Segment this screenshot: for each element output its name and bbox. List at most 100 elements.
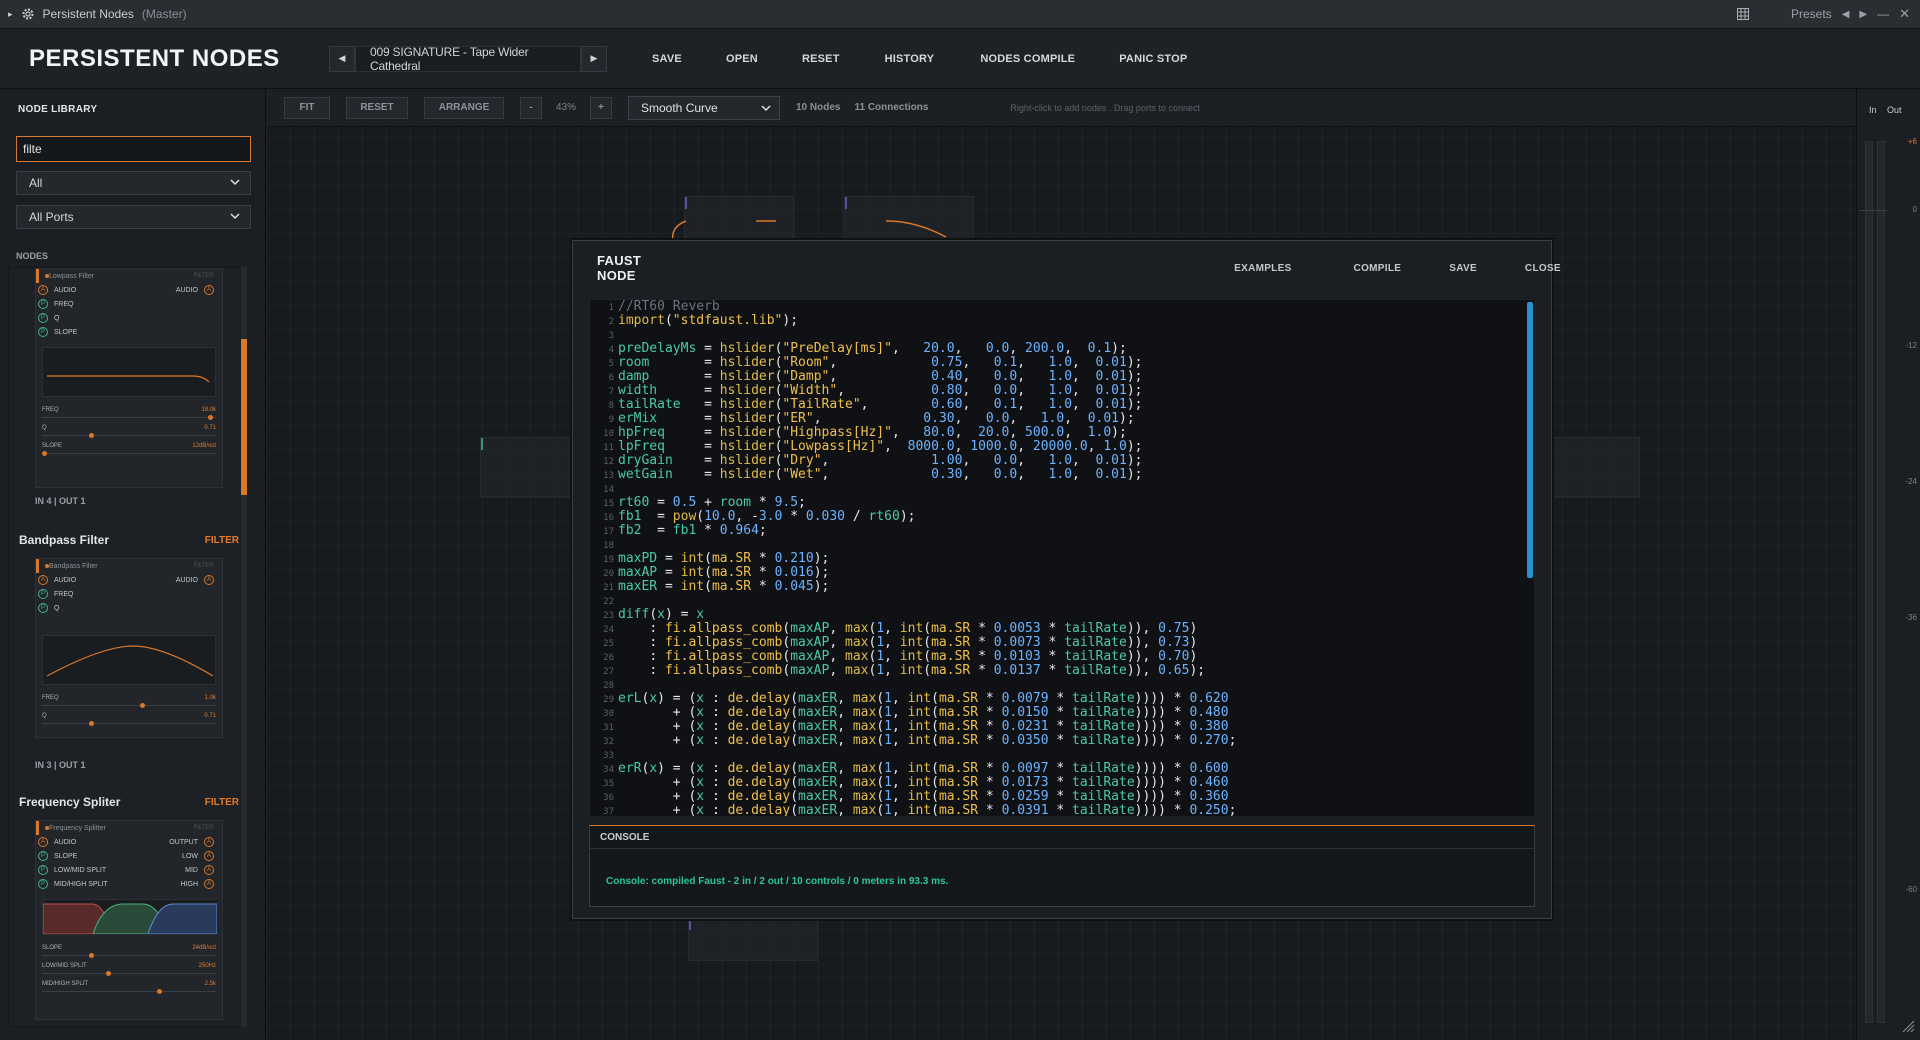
canvas-reset-button[interactable]: RESET	[346, 96, 408, 119]
compile-button[interactable]: COMPILE	[1354, 263, 1402, 274]
code-line[interactable]: 9 erMix = hslider("ER", 0.30, 0.0, 1.0, 0…	[594, 412, 1236, 426]
code-line[interactable]: 14	[594, 482, 1236, 496]
code-line[interactable]: 7 width = hslider("Width", 0.80, 0.0, 1.0…	[594, 384, 1236, 398]
slider-knob[interactable]	[89, 721, 95, 726]
reset-button[interactable]: RESET	[802, 53, 840, 65]
audio-port-icon: A	[204, 285, 214, 295]
slider-knob[interactable]	[140, 703, 146, 708]
slider-slope[interactable]: SLOPE 24dB/oct	[36, 943, 222, 961]
minimize-icon[interactable]: —	[1877, 7, 1889, 21]
presets-label[interactable]: Presets	[1791, 7, 1832, 21]
code-line[interactable]: 13 wetGain = hslider("Wet", 0.30, 0.0, 1.…	[594, 468, 1236, 482]
code-line[interactable]: 8 tailRate = hslider("TailRate", 0.60, 0.…	[594, 398, 1236, 412]
code-line[interactable]: 3	[594, 328, 1236, 342]
code-line[interactable]: 19 maxPD = int(ma.SR * 0.210);	[594, 552, 1236, 566]
save-button[interactable]: SAVE	[652, 53, 682, 65]
code-line[interactable]: 2 import("stdfaust.lib");	[594, 314, 1236, 328]
gear-icon[interactable]	[21, 7, 35, 21]
curve-style-select[interactable]: Smooth Curve	[628, 95, 780, 120]
dialog-save-button[interactable]: SAVE	[1449, 263, 1477, 274]
code-line[interactable]: 25 : fi.allpass_comb(maxAP, max(1, int(m…	[594, 636, 1236, 650]
preset-name[interactable]: 009 SIGNATURE - Tape Wider Cathedral	[355, 45, 581, 73]
open-button[interactable]: OPEN	[726, 53, 758, 65]
code-line[interactable]: 17 fb2 = fb1 * 0.964;	[594, 524, 1236, 538]
slider-knob[interactable]	[89, 433, 95, 438]
preset-next-icon[interactable]: ▶	[1859, 9, 1867, 20]
code-line[interactable]: 20 maxAP = int(ma.SR * 0.016);	[594, 566, 1236, 580]
code-line[interactable]: 22	[594, 594, 1236, 608]
canvas-node[interactable]	[480, 437, 580, 497]
code-line[interactable]: 18	[594, 538, 1236, 552]
library-scrollbar-thumb[interactable]	[241, 339, 247, 495]
arrange-button[interactable]: ARRANGE	[424, 96, 504, 119]
library-card-frequency-spliter[interactable]: Frequency Spliter FILTER	[19, 792, 239, 812]
code-line[interactable]: 27 : fi.allpass_comb(maxAP, max(1, int(m…	[594, 664, 1236, 678]
slider-q[interactable]: Q 0.71	[36, 423, 222, 441]
zoom-out-button[interactable]: -	[520, 96, 542, 119]
code-line[interactable]: 10 hpFreq = hslider("Highpass[Hz]", 80.0,…	[594, 426, 1236, 440]
node-library-list[interactable]: Lowpass Filter FILTER A AUDIO AUDIO A P FREQ …	[8, 267, 246, 1027]
history-button[interactable]: HISTORY	[885, 53, 935, 65]
slider-value: 1.0k	[204, 695, 216, 701]
examples-button[interactable]: EXAMPLES	[1234, 263, 1291, 274]
code-line[interactable]: 33	[594, 748, 1236, 762]
slider-mid-high-split[interactable]: MID/HIGH SPLIT 2.5k	[36, 979, 222, 997]
slider-freq[interactable]: FREQ 1.0k	[36, 693, 222, 711]
code-line[interactable]: 30 + (x : de.delay(maxER, max(1, int(ma.…	[594, 706, 1236, 720]
code-line[interactable]: 4 preDelayMs = hslider("PreDelay[ms]", 20…	[594, 342, 1236, 356]
grid-icon[interactable]	[1737, 8, 1749, 20]
ports-select[interactable]: All Ports	[16, 205, 251, 229]
lowpass-preview[interactable]: Lowpass Filter FILTER A AUDIO AUDIO A P FREQ …	[35, 268, 223, 488]
node-search-input[interactable]	[16, 136, 251, 162]
code-line[interactable]: 21 maxER = int(ma.SR * 0.045);	[594, 580, 1236, 594]
resize-grip-icon[interactable]	[1901, 1019, 1915, 1033]
slider-freq[interactable]: FREQ 18.0k	[36, 405, 222, 423]
code-line[interactable]: 35 + (x : de.delay(maxER, max(1, int(ma.…	[594, 776, 1236, 790]
close-icon[interactable]: ✕	[1899, 6, 1910, 22]
next-preset-button[interactable]: ▶	[581, 45, 607, 72]
category-select-value: All	[29, 176, 43, 190]
code-line[interactable]: 6 damp = hslider("Damp", 0.40, 0.0, 1.0, …	[594, 370, 1236, 384]
preset-prev-icon[interactable]: ◀	[1842, 9, 1850, 20]
expand-arrow-icon[interactable]: ▸	[8, 9, 13, 20]
code-line[interactable]: 23 diff(x) = x	[594, 608, 1236, 622]
slider-knob[interactable]	[42, 451, 47, 456]
category-select[interactable]: All	[16, 171, 251, 195]
editor-scrollbar[interactable]	[1527, 302, 1533, 578]
code-line[interactable]: 11 lpFreq = hslider("Lowpass[Hz]", 8000.0…	[594, 440, 1236, 454]
faust-code-editor[interactable]: 1//RT60 Reverb 2 import("stdfaust.lib"); 3 4…	[589, 299, 1535, 817]
code-line[interactable]: 28	[594, 678, 1236, 692]
frequency-spliter-preview[interactable]: Frequency Splitter FILTER A AUDIO OUTPUT A P…	[35, 820, 223, 1020]
dialog-close-button[interactable]: CLOSE	[1525, 263, 1561, 274]
canvas-node[interactable]	[688, 917, 818, 961]
prev-preset-button[interactable]: ◀	[329, 45, 355, 72]
code-line[interactable]: 29 erL(x) = (x : de.delay(maxER, max(1, i…	[594, 692, 1236, 706]
slider-q[interactable]: Q 0.71	[36, 711, 222, 729]
code-line[interactable]: 36 + (x : de.delay(maxER, max(1, int(ma.…	[594, 790, 1236, 804]
slider-slope[interactable]: SLOPE 12dB/oct	[36, 441, 222, 459]
code-line[interactable]: 16 fb1 = pow(10.0, -3.0 * 0.030 / rt60);	[594, 510, 1236, 524]
bandpass-preview[interactable]: Bandpass Filter FILTER A AUDIO AUDIO A P FREQ…	[35, 558, 223, 738]
slider-knob[interactable]	[89, 953, 95, 958]
library-card-bandpass[interactable]: Bandpass Filter FILTER	[19, 530, 239, 550]
slider-knob[interactable]	[106, 971, 112, 976]
code-line[interactable]: 5 room = hslider("Room", 0.75, 0.1, 1.0, …	[594, 356, 1236, 370]
zoom-in-button[interactable]: +	[590, 96, 612, 119]
code-line[interactable]: 24 : fi.allpass_comb(maxAP, max(1, int(m…	[594, 622, 1236, 636]
code-line[interactable]: 32 + (x : de.delay(maxER, max(1, int(ma.…	[594, 734, 1236, 748]
code-line[interactable]: 37 + (x : de.delay(maxER, max(1, int(ma.…	[594, 804, 1236, 817]
code-line[interactable]: 34 erR(x) = (x : de.delay(maxER, max(1, i…	[594, 762, 1236, 776]
canvas-node[interactable]	[1546, 437, 1640, 497]
code-line[interactable]: 12 dryGain = hslider("Dry", 1.00, 0.0, 1.…	[594, 454, 1236, 468]
slider-knob[interactable]	[207, 415, 213, 420]
code-line[interactable]: 15 rt60 = 0.5 + room * 9.5;	[594, 496, 1236, 510]
nodes-compile-button[interactable]: NODES COMPILE	[980, 53, 1075, 65]
slider-low-mid-split[interactable]: LOW/MID SPLIT 250Hz	[36, 961, 222, 979]
code-line[interactable]: 31 + (x : de.delay(maxER, max(1, int(ma.…	[594, 720, 1236, 734]
code-line[interactable]: 1//RT60 Reverb	[594, 300, 1236, 314]
panic-stop-button[interactable]: PANIC STOP	[1119, 53, 1187, 65]
code-line[interactable]: 26 : fi.allpass_comb(maxAP, max(1, int(m…	[594, 650, 1236, 664]
slider-knob[interactable]	[156, 989, 162, 994]
fit-button[interactable]: FIT	[284, 96, 330, 119]
code-content[interactable]: 1//RT60 Reverb 2 import("stdfaust.lib"); 3 4…	[594, 300, 1236, 817]
